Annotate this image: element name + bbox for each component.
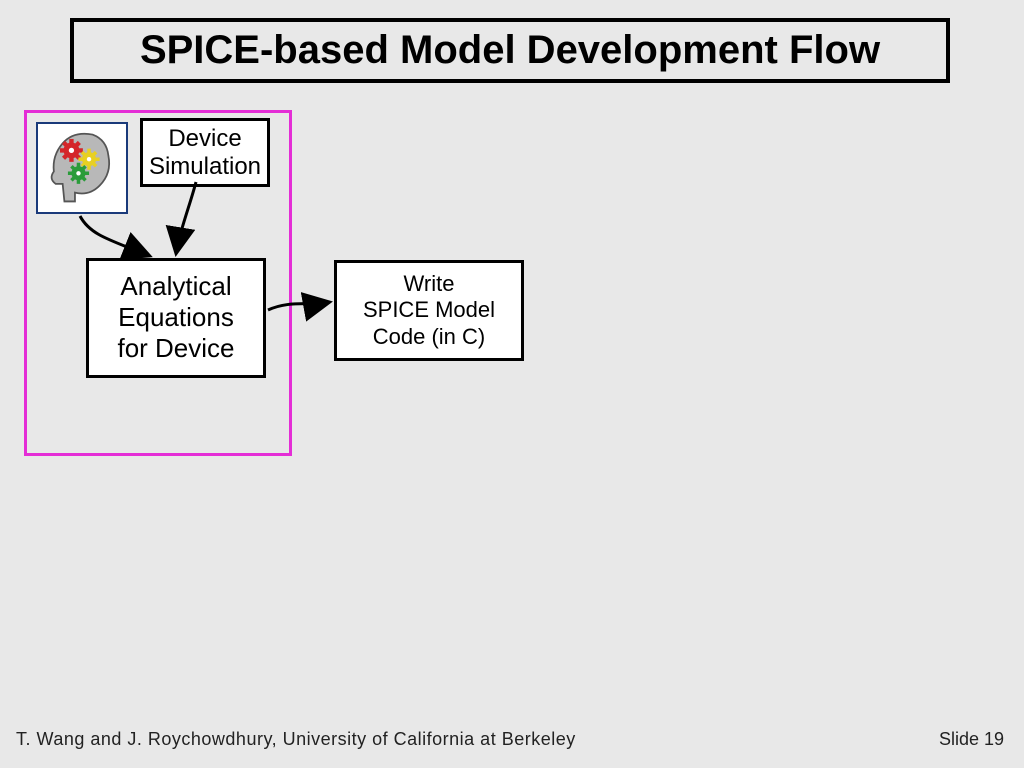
analytical-equations-label: Analytical Equations for Device: [117, 271, 234, 363]
analytical-equations-box: Analytical Equations for Device: [86, 258, 266, 378]
slide-title: SPICE-based Model Development Flow: [140, 28, 880, 72]
footer-authors: T. Wang and J. Roychowdhury, University …: [16, 729, 576, 750]
device-simulation-label: Device Simulation: [149, 125, 261, 180]
brain-gears-icon: [38, 124, 126, 212]
spice-code-box: Write SPICE Model Code (in C): [334, 260, 524, 361]
footer-slide-number: Slide 19: [939, 729, 1004, 750]
title-box: SPICE-based Model Development Flow: [70, 18, 950, 83]
spice-code-label: Write SPICE Model Code (in C): [363, 271, 495, 349]
brain-gears-image: [36, 122, 128, 214]
device-simulation-box: Device Simulation: [140, 118, 270, 187]
